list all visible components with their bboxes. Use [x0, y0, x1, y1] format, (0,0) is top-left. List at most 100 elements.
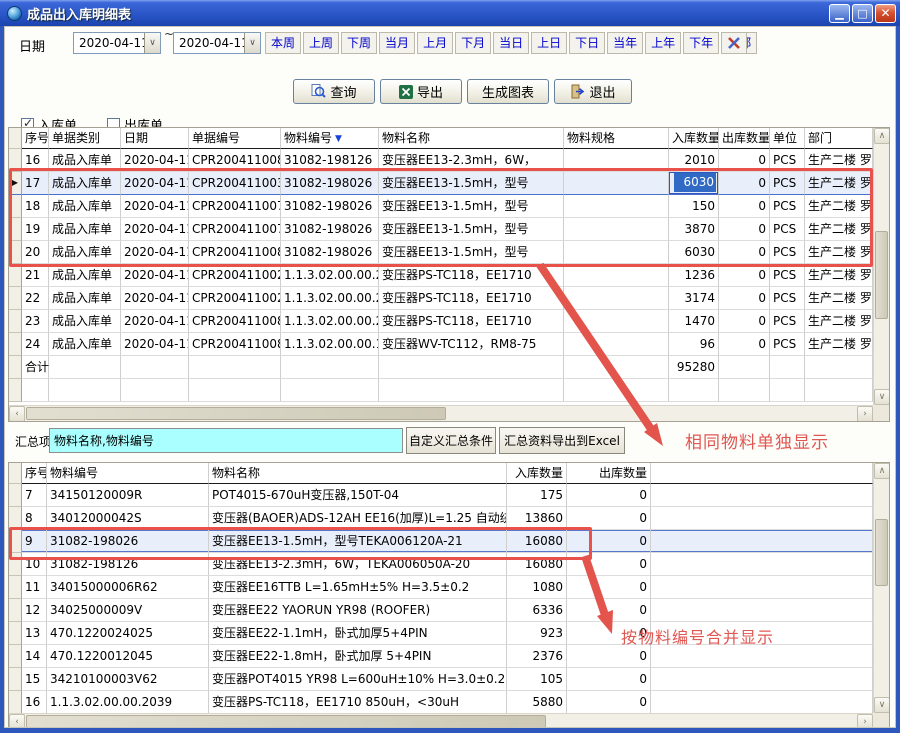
scroll-up-icon[interactable]: ∧ [874, 463, 890, 479]
table-row[interactable]: 24成品入库单2020-04-11CPR2004110081.1.3.02.00… [9, 333, 873, 356]
dropdown-icon[interactable]: ∨ [244, 33, 260, 53]
quick-range-button-12[interactable]: 下年 [683, 32, 719, 54]
scroll-down-icon[interactable]: ∨ [874, 389, 890, 405]
scroll-down-icon[interactable]: ∨ [874, 697, 890, 713]
summary-table-panel: 序号物料编号物料名称入库数量出库数量734150120009RPOT4015-6… [8, 462, 890, 728]
quick-range-button-8[interactable]: 上日 [531, 32, 567, 54]
table-row[interactable]: 22成品入库单2020-04-11CPR2004110021.1.3.02.00… [9, 287, 873, 310]
table-row[interactable]: 20成品入库单2020-04-11CPR20041100831082-19802… [9, 241, 873, 264]
custom-summary-button[interactable]: 自定义汇总条件 [406, 427, 496, 454]
cell-spec [564, 310, 669, 333]
column-header[interactable]: 部门 [805, 128, 873, 149]
detail-horizontal-scrollbar[interactable]: ‹ › [9, 405, 873, 421]
quick-range-button-3[interactable]: 下周 [341, 32, 377, 54]
table-row[interactable]: 1534210100003V62变压器POT4015 YR98 L=600uH±… [9, 668, 873, 691]
scroll-right-icon[interactable]: › [857, 406, 873, 422]
quick-range-button-7[interactable]: 当日 [493, 32, 529, 54]
column-header[interactable]: 单据编号 [189, 128, 281, 149]
scroll-right-icon[interactable]: › [857, 714, 873, 728]
column-header[interactable]: 物料编号▼ [281, 128, 379, 149]
summary-export-button[interactable]: 汇总资料导出到Excel [499, 427, 625, 454]
date-from-combo[interactable]: 2020-04-11 ∨ [73, 32, 161, 54]
table-row[interactable]: 19成品入库单2020-04-11CPR20041100731082-19802… [9, 218, 873, 241]
quick-range-button-9[interactable]: 下日 [569, 32, 605, 54]
cell-out_qty: 0 [719, 333, 770, 356]
table-row[interactable]: 1031082-198126变压器EE13-2.3mH，6W，TEKA00605… [9, 553, 873, 576]
row-selector [9, 622, 22, 645]
scroll-up-icon[interactable]: ∧ [874, 128, 890, 144]
column-header[interactable]: 序号 [22, 128, 49, 149]
query-button[interactable]: 查询 [293, 79, 375, 104]
summary-fields-input[interactable]: 物料名称,物料编号 [49, 428, 403, 453]
cell-out_qty: 0 [567, 553, 651, 576]
summary-vertical-scrollbar[interactable]: ∧ ∨ [873, 463, 889, 713]
table-row[interactable]: 1134015000006R62变压器EE16TTB L=1.65mH±5% H… [9, 576, 873, 599]
column-header[interactable]: 物料规格 [564, 128, 669, 149]
column-header[interactable]: 单位 [770, 128, 805, 149]
quick-range-button-2[interactable]: 上周 [303, 32, 339, 54]
column-header[interactable]: 出库数量 [719, 128, 770, 149]
table-row[interactable]: 1234025000009V变压器EE22 YAORUN YR98 (ROOFE… [9, 599, 873, 622]
export-button[interactable]: 导出 [380, 79, 462, 104]
cell-date: 2020-04-11 [121, 218, 189, 241]
quick-range-button-4[interactable]: 当月 [379, 32, 415, 54]
table-row[interactable]: 161.1.3.02.00.00.2039变压器PS-TC118，EE1710 … [9, 691, 873, 713]
column-header[interactable]: 出库数量 [567, 463, 651, 484]
cell-type: 成品入库单 [49, 172, 121, 195]
quick-range-button-1[interactable]: 本周 [265, 32, 301, 54]
summary-horizontal-scrollbar[interactable]: ‹ › [9, 713, 873, 728]
table-row[interactable]: 734150120009RPOT4015-670uH变压器,150T-04175… [9, 484, 873, 507]
column-header[interactable]: 单据类别 [49, 128, 121, 149]
total-cell-dept [805, 356, 873, 379]
scrollbar-thumb[interactable] [875, 519, 888, 586]
cell-name: 变压器PS-TC118，EE1710 850uH，<30uH [209, 691, 507, 713]
table-row[interactable]: 13470.1220024025变压器EE22-1.1mH，卧式加厚5+4PIN… [9, 622, 873, 645]
column-header[interactable]: 日期 [121, 128, 189, 149]
cell-date: 2020-04-11 [121, 310, 189, 333]
table-row[interactable]: 14470.1220012045变压器EE22-1.8mH，卧式加厚 5+4PI… [9, 645, 873, 668]
quick-range-button-11[interactable]: 上年 [645, 32, 681, 54]
exit-button[interactable]: 退出 [554, 79, 632, 104]
table-row[interactable]: 18成品入库单2020-04-11CPR20041100731082-19802… [9, 195, 873, 218]
cell-in_qty: 13860 [507, 507, 567, 530]
close-button[interactable]: ✕ [875, 4, 896, 23]
scrollbar-thumb[interactable] [26, 407, 446, 420]
minimize-button[interactable]: ▁ [829, 4, 850, 23]
customize-tool-button[interactable] [721, 32, 747, 54]
column-header[interactable]: 入库数量 [507, 463, 567, 484]
column-header[interactable]: 入库数量 [669, 128, 719, 149]
cell-doc: CPR200411008 [189, 310, 281, 333]
maximize-button[interactable]: □ [852, 4, 873, 23]
quick-range-button-5[interactable]: 上月 [417, 32, 453, 54]
table-row[interactable]: 834012000042S变压器(BAOER)ADS-12AH EE16(加厚)… [9, 507, 873, 530]
table-row[interactable]: 16成品入库单2020-04-11CPR20041100831082-19812… [9, 149, 873, 172]
quick-range-button-10[interactable]: 当年 [607, 32, 643, 54]
cell-code: 1.1.3.02.00.00.2039 [281, 310, 379, 333]
column-header[interactable]: 物料名称 [379, 128, 564, 149]
column-header[interactable]: 物料名称 [209, 463, 507, 484]
quick-range-button-6[interactable]: 下月 [455, 32, 491, 54]
cell-name: 变压器EE22-1.8mH，卧式加厚 5+4PIN [209, 645, 507, 668]
cell-seq: 21 [22, 264, 49, 287]
table-row[interactable]: ▶17成品入库单2020-04-11CPR20041100331082-1980… [9, 172, 873, 195]
scrollbar-thumb[interactable] [26, 715, 546, 728]
scroll-left-icon[interactable]: ‹ [9, 714, 25, 728]
make-chart-button[interactable]: 生成图表 [467, 79, 549, 104]
table-row[interactable]: 931082-198026变压器EE13-1.5mH，型号TEKA006120A… [9, 530, 873, 553]
dropdown-icon[interactable]: ∨ [144, 33, 160, 53]
date-to-combo[interactable]: 2020-04-11 ∨ [173, 32, 261, 54]
cell-seq: 16 [22, 691, 47, 713]
summary-export-button-label: 汇总资料导出到Excel [504, 432, 620, 449]
selected-cell-value[interactable]: 6030 [674, 173, 716, 192]
cell-name: 变压器POT4015 YR98 L=600uH±10% H=3.0±0.2mm … [209, 668, 507, 691]
column-header[interactable]: 物料编号 [47, 463, 209, 484]
scrollbar-thumb[interactable] [875, 231, 888, 319]
column-header[interactable]: 序号 [22, 463, 47, 484]
cell-out_qty: 0 [567, 507, 651, 530]
cell-name: 变压器EE13-1.5mH，型号 [379, 218, 564, 241]
table-row[interactable]: 21成品入库单2020-04-11CPR2004110021.1.3.02.00… [9, 264, 873, 287]
scroll-left-icon[interactable]: ‹ [9, 406, 25, 422]
detail-vertical-scrollbar[interactable]: ∧ ∨ [873, 128, 889, 405]
table-row[interactable]: 23成品入库单2020-04-11CPR2004110081.1.3.02.00… [9, 310, 873, 333]
cell-out_qty: 0 [567, 484, 651, 507]
